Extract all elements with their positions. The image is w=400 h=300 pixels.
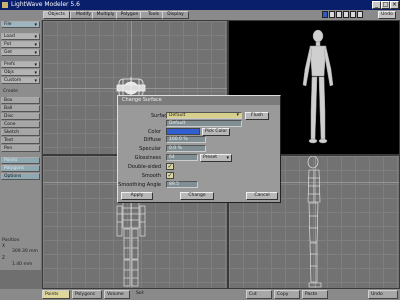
ball-tool-button[interactable]: Ball [1, 105, 40, 112]
surface-select[interactable]: Default [166, 112, 242, 119]
text-tool-button[interactable]: Text [1, 137, 40, 144]
smooth-checkbox[interactable]: ✓ [166, 172, 174, 179]
smoothing-angle-label: Smoothing Angle [118, 182, 161, 188]
top-toolbar: Objects Modify Multiply Polygon Tools Di… [0, 10, 400, 20]
specular-field[interactable]: 0.0 % [166, 145, 206, 152]
points-select-mode[interactable]: Points [42, 290, 70, 299]
diffuse-field[interactable]: 100.0 % [166, 136, 206, 143]
maximize-button[interactable]: □ [381, 1, 390, 9]
pen-tool-button[interactable]: Pen [1, 145, 40, 152]
double-sided-label: Double-sided [128, 164, 161, 170]
info-value: 309.30 mm [12, 249, 38, 254]
smoothing-angle-field[interactable]: 89.5 [166, 181, 198, 188]
close-button[interactable]: × [390, 1, 399, 9]
polygons-select-mode[interactable]: Polygons [72, 290, 102, 299]
layer-button-3[interactable] [336, 11, 342, 18]
options-mode-button[interactable]: Options [1, 173, 40, 180]
custom-menu[interactable]: Custom [1, 77, 40, 84]
dialog-title: Change Surface [118, 96, 280, 105]
bottom-bar: Points Polygons Volume Sel: Cut Copy Pas… [0, 289, 400, 300]
apply-button[interactable]: Apply [121, 192, 153, 200]
paste-button[interactable]: Paste [302, 290, 328, 299]
preset-dropdown[interactable]: Preset [200, 154, 232, 162]
prefs-menu[interactable]: Prefs [1, 61, 40, 68]
load-menu[interactable]: Load [1, 33, 40, 40]
app-icon [2, 2, 8, 8]
selection-count-label: Sel: [136, 291, 145, 296]
minimize-button[interactable]: _ [372, 1, 381, 9]
layer-button-2[interactable] [329, 11, 335, 18]
layer-button-5[interactable] [350, 11, 356, 18]
disc-tool-button[interactable]: Disc [1, 113, 40, 120]
get-menu[interactable]: Get [1, 49, 40, 56]
info-x-label: X [2, 244, 6, 249]
change-surface-dialog: Change Surface Surface Default Flush Def… [117, 95, 281, 203]
flush-button[interactable]: Flush [245, 112, 269, 120]
diffuse-label: Diffuse [143, 137, 161, 143]
tab-objects[interactable]: Objects [43, 11, 70, 19]
undo-top-button[interactable]: Undo [378, 11, 396, 19]
file-menu[interactable]: File [1, 21, 40, 28]
title-bar: LightWave Modeler 5.6 _ □ × [0, 0, 400, 10]
pick-color-button[interactable]: Pick Color [202, 128, 230, 136]
layer-button-1[interactable] [322, 11, 328, 18]
copy-button[interactable]: Copy [274, 290, 300, 299]
tab-multiply[interactable]: Multiply [92, 11, 119, 19]
surface-name-field[interactable]: Default [166, 120, 242, 127]
points-mode-button[interactable]: Points [1, 157, 40, 164]
glossiness-field[interactable]: 64 [166, 154, 198, 161]
layer-button-6[interactable] [357, 11, 363, 18]
specular-label: Specular [139, 146, 161, 152]
double-sided-checkbox[interactable]: ✓ [166, 163, 174, 170]
polygons-mode-button[interactable]: Polygons [1, 165, 40, 172]
surface-label: Surface [150, 113, 170, 119]
glossiness-label: Glossiness [134, 155, 161, 161]
tab-display[interactable]: Display [162, 11, 189, 19]
cancel-button[interactable]: Cancel [246, 192, 278, 200]
change-button[interactable]: Change [180, 192, 214, 200]
box-tool-button[interactable]: Box [1, 97, 40, 104]
put-menu[interactable]: Put [1, 41, 40, 48]
undo-button[interactable]: Undo [368, 290, 398, 299]
position-label: Position [2, 238, 20, 243]
volume-select-mode[interactable]: Volume [104, 290, 130, 299]
tab-polygon[interactable]: Polygon [116, 11, 143, 19]
sketch-tool-button[interactable]: Sketch [1, 129, 40, 136]
create-header: Create [3, 89, 18, 94]
color-swatch[interactable] [166, 128, 200, 135]
cone-tool-button[interactable]: Cone [1, 121, 40, 128]
cut-button[interactable]: Cut [246, 290, 272, 299]
info-z-label: Z [2, 256, 6, 261]
left-sidebar: File Load Put Get Prefs Objs Custom Crea… [0, 20, 41, 270]
objs-menu[interactable]: Objs [1, 69, 40, 76]
info-z-value: 1.40 mm [12, 262, 33, 267]
window-title: LightWave Modeler 5.6 [11, 1, 80, 8]
layer-button-4[interactable] [343, 11, 349, 18]
smooth-label: Smooth [141, 173, 161, 179]
color-label: Color [147, 129, 161, 135]
